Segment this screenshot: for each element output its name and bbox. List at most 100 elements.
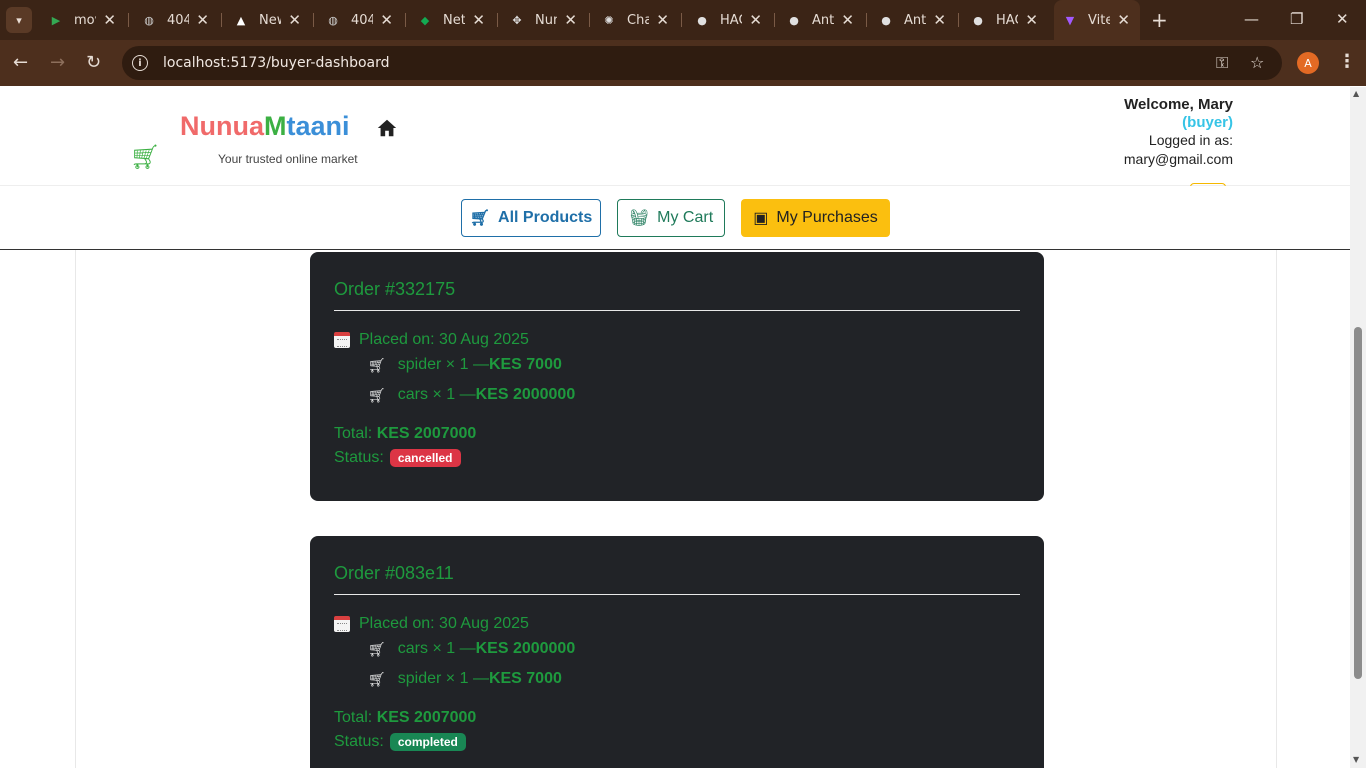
order-date: Placed on: 30 Aug 2025: [334, 615, 529, 633]
triangle-icon: ▲: [236, 13, 246, 27]
browser-tab[interactable]: ▲ New ✕: [233, 0, 314, 40]
home-icon[interactable]: [376, 117, 398, 139]
tagline: Your trusted online market: [218, 152, 358, 166]
new-tab-icon[interactable]: +: [1151, 8, 1168, 32]
dashboard-nav: 🛒︎ All Products 🧺︎ My Cart ▣ My Purchase…: [0, 186, 1350, 250]
order-item: 🛒︎ spider × 1 — KES 7000: [368, 670, 562, 687]
browser-menu-icon[interactable]: ⋮: [1338, 51, 1356, 72]
logged-in-label: Logged in as:: [1148, 132, 1233, 148]
brand-logo[interactable]: NunuaMtaani: [180, 111, 350, 142]
browser-tab[interactable]: ● Anti ✕: [786, 0, 867, 40]
order-item: 🛒︎ cars × 1 — KES 2000000: [368, 640, 576, 657]
browser-tab[interactable]: ✥ Nun ✕: [509, 0, 590, 40]
vite-icon: ▼: [1065, 13, 1075, 27]
browser-tab[interactable]: ✺ Cha ✕: [601, 0, 682, 40]
purchases-content: Order #332175 Placed on: 30 Aug 2025 🛒︎ …: [75, 250, 1277, 768]
scroll-down-icon[interactable]: ▼: [1353, 755, 1359, 764]
reload-icon[interactable]: ↻: [86, 52, 101, 73]
status-badge: cancelled: [389, 449, 461, 467]
back-arrow-icon[interactable]: ←: [13, 52, 28, 73]
package-icon: ▣: [753, 210, 769, 227]
browser-toolbar: ← → ↻ i localhost:5173/buyer-dashboard ⚿…: [0, 40, 1366, 86]
address-bar[interactable]: i localhost:5173/buyer-dashboard: [122, 46, 1282, 80]
cart-icon: 🛒︎: [368, 670, 386, 687]
tab-search-chevron-icon[interactable]: ▾: [6, 7, 32, 33]
scrollbar-thumb[interactable]: [1354, 327, 1362, 679]
tab-close-icon[interactable]: ✕: [1117, 11, 1130, 29]
cart-icon: 🛒︎: [368, 386, 386, 403]
page-viewport: 🛒︎ NunuaMtaani Your trusted online marke…: [0, 87, 1350, 768]
cart-icon: 🛒︎: [368, 356, 386, 373]
page-scrollbar[interactable]: ▲ ▼: [1350, 87, 1366, 768]
puzzle-icon: ✥: [512, 13, 522, 27]
welcome-text: Welcome, Mary: [1124, 96, 1233, 113]
chatgpt-icon: ✺: [604, 13, 614, 27]
order-total: Total: KES 2007000: [334, 425, 477, 442]
shopping-cart-icon: 🛒︎: [469, 210, 491, 227]
hackathon-icon: ●: [973, 13, 983, 27]
tab-close-icon[interactable]: ✕: [380, 11, 393, 29]
forward-arrow-icon[interactable]: →: [50, 52, 65, 73]
order-card: Order #083e11 Placed on: 30 Aug 2025 🛒︎ …: [310, 536, 1044, 768]
order-title: Order #083e11: [334, 563, 454, 583]
tab-close-icon[interactable]: ✕: [841, 11, 854, 29]
window-close-icon[interactable]: ✕: [1336, 10, 1349, 28]
all-products-button[interactable]: 🛒︎ All Products: [461, 199, 601, 237]
github-icon: ●: [789, 13, 799, 27]
tab-close-icon[interactable]: ✕: [288, 11, 301, 29]
calendar-icon: [334, 616, 350, 632]
site-header: 🛒︎ NunuaMtaani Your trusted online marke…: [0, 87, 1350, 189]
browser-tab[interactable]: ● HAC ✕: [970, 0, 1038, 40]
order-title: Order #332175: [334, 279, 456, 299]
tab-close-icon[interactable]: ✕: [564, 11, 577, 29]
globe-icon: ◍: [328, 13, 338, 27]
play-icon: ▶: [51, 13, 61, 27]
hackathon-icon: ●: [697, 13, 707, 27]
order-date: Placed on: 30 Aug 2025: [334, 331, 529, 349]
user-email: mary@gmail.com: [1123, 151, 1233, 167]
bookmark-star-icon[interactable]: ☆: [1250, 53, 1264, 72]
browser-tab[interactable]: ◍ 404: ✕: [325, 0, 406, 40]
profile-avatar[interactable]: A: [1297, 52, 1319, 74]
tab-close-icon[interactable]: ✕: [656, 11, 669, 29]
tab-close-icon[interactable]: ✕: [933, 11, 946, 29]
cart-icon: 🛒︎: [368, 640, 386, 657]
divider: [334, 310, 1020, 311]
order-total: Total: KES 2007000: [334, 709, 477, 726]
status-badge: completed: [389, 733, 466, 751]
my-purchases-button[interactable]: ▣ My Purchases: [741, 199, 890, 237]
restore-icon[interactable]: ❐: [1290, 10, 1303, 28]
user-role: (buyer): [1182, 114, 1233, 131]
basket-icon: 🧺︎: [628, 210, 650, 227]
order-item: 🛒︎ spider × 1 — KES 7000: [368, 356, 562, 373]
leaf-icon: ◆: [420, 13, 430, 27]
address-url[interactable]: localhost:5173/buyer-dashboard: [163, 55, 390, 71]
minimize-icon[interactable]: —: [1244, 10, 1259, 28]
password-key-icon[interactable]: ⚿: [1216, 53, 1228, 73]
site-info-icon[interactable]: i: [132, 55, 148, 71]
browser-tab[interactable]: ● Anti ✕: [878, 0, 959, 40]
order-card: Order #332175 Placed on: 30 Aug 2025 🛒︎ …: [310, 252, 1044, 501]
user-info: Welcome, Mary (buyer) Logged in as: mary…: [1124, 96, 1233, 167]
tab-close-icon[interactable]: ✕: [1025, 11, 1038, 29]
order-item: 🛒︎ cars × 1 — KES 2000000: [368, 386, 576, 403]
shopping-cart-logo-icon: 🛒︎: [130, 143, 161, 171]
scroll-up-icon[interactable]: ▲: [1353, 89, 1359, 98]
tab-close-icon[interactable]: ✕: [472, 11, 485, 29]
browser-tab[interactable]: ◍ 404: ✕: [141, 0, 222, 40]
globe-icon: ◍: [144, 13, 154, 27]
browser-tab[interactable]: ▶ mov ✕: [48, 0, 129, 40]
order-status: Status: completed: [334, 733, 466, 751]
calendar-icon: [334, 332, 350, 348]
github-icon: ●: [881, 13, 891, 27]
order-status: Status: cancelled: [334, 449, 461, 467]
divider: [334, 594, 1020, 595]
tab-close-icon[interactable]: ✕: [749, 11, 762, 29]
browser-tab[interactable]: ◆ Netv ✕: [417, 0, 498, 40]
browser-tab[interactable]: ● HAC ✕: [694, 0, 775, 40]
tab-close-icon[interactable]: ✕: [103, 11, 116, 29]
browser-tab-bar: ▾ ▶ mov ✕ ◍ 404: ✕ ▲ New ✕ ◍ 404: ✕ ◆ Ne…: [0, 0, 1366, 40]
tab-close-icon[interactable]: ✕: [196, 11, 209, 29]
my-cart-button[interactable]: 🧺︎ My Cart: [617, 199, 725, 237]
browser-tab-active[interactable]: ▼ Vite ✕: [1054, 0, 1140, 40]
